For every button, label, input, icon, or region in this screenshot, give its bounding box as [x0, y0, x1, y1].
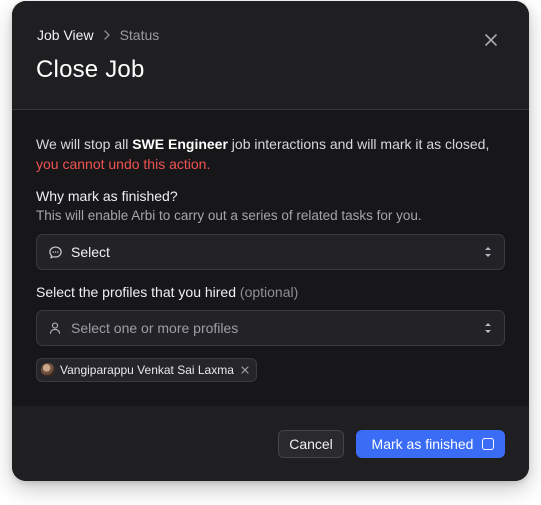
reason-hint: This will enable Arbi to carry out a ser…: [36, 208, 422, 223]
selected-profile-name: Vangiparappu Venkat Sai Laxma: [60, 363, 234, 377]
description-middle: job interactions and will mark it as clo…: [227, 136, 490, 152]
reason-select-value: Select: [71, 244, 110, 260]
chat-bubble-icon: [47, 244, 63, 260]
optional-tag: (optional): [239, 284, 299, 300]
description-prefix: We will stop all: [36, 136, 133, 152]
breadcrumb: Job View Status: [37, 27, 159, 43]
avatar: [41, 363, 55, 377]
square-icon: [482, 438, 494, 450]
selected-profile-chip: Vangiparappu Venkat Sai Laxma: [36, 358, 257, 382]
close-button[interactable]: [482, 31, 500, 49]
undo-warning: you cannot undo this action.: [36, 156, 211, 172]
cancel-button[interactable]: Cancel: [278, 430, 344, 458]
close-description: We will stop all SWE Engineer job intera…: [36, 134, 506, 174]
user-icon: [47, 320, 63, 336]
dialog-title: Close Job: [36, 56, 145, 83]
remove-profile-button[interactable]: [241, 366, 249, 374]
profiles-label: Select the profiles that you hired (opti…: [36, 284, 298, 300]
dialog-footer: Cancel Mark as finished: [12, 406, 529, 481]
close-icon: [485, 34, 497, 46]
mark-as-finished-button[interactable]: Mark as finished: [356, 430, 505, 458]
job-name: SWE Engineer: [132, 136, 228, 152]
chevron-right-icon: [103, 30, 111, 40]
close-icon: [241, 366, 249, 374]
profiles-label-text: Select the profiles that you hired: [36, 284, 237, 300]
chevron-up-down-icon: [485, 323, 491, 333]
reason-select[interactable]: Select: [36, 234, 505, 270]
chevron-up-down-icon: [485, 247, 491, 257]
reason-label: Why mark as finished?: [36, 188, 178, 204]
dialog-body: We will stop all SWE Engineer job intera…: [12, 110, 529, 406]
close-job-dialog: Job View Status Close Job We will stop a…: [12, 1, 529, 481]
dialog-header: Job View Status Close Job: [12, 1, 529, 109]
breadcrumb-status: Status: [119, 27, 160, 43]
breadcrumb-job-view[interactable]: Job View: [37, 27, 94, 43]
profiles-select-placeholder: Select one or more profiles: [71, 320, 239, 336]
mark-as-finished-label: Mark as finished: [371, 436, 474, 452]
profiles-select[interactable]: Select one or more profiles: [36, 310, 505, 346]
